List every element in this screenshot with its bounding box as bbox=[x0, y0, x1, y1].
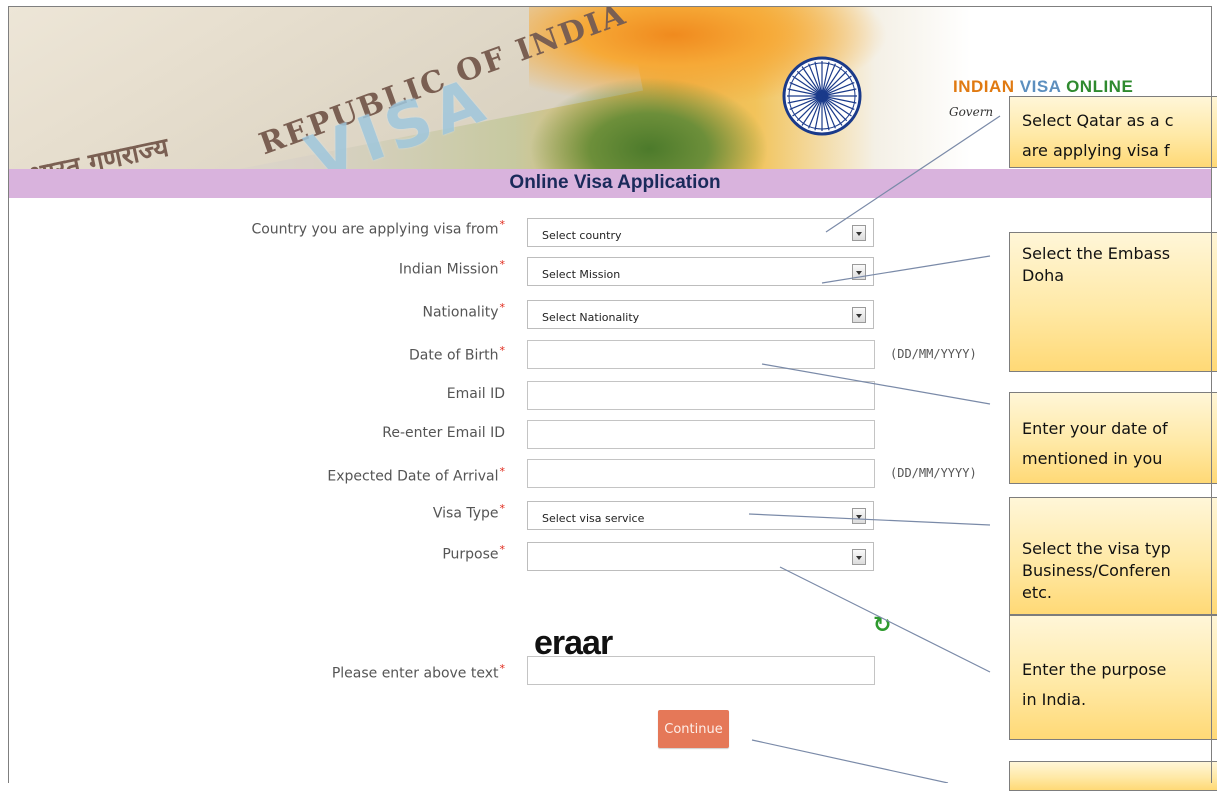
arrival-format-hint: (DD/MM/YYYY) bbox=[890, 466, 977, 480]
visa-type-select[interactable]: Select visa service bbox=[527, 501, 874, 530]
callout-text: mentioned in you bbox=[1022, 449, 1163, 468]
callout-text: Enter the purpose bbox=[1022, 660, 1167, 679]
dropdown-arrow-icon[interactable] bbox=[852, 307, 866, 323]
callout-dob: Enter your date of mentioned in you bbox=[1009, 392, 1217, 484]
country-label: Country you are applying visa from* bbox=[251, 218, 505, 238]
dob-label-text: Date of Birth bbox=[409, 347, 499, 364]
purpose-label: Purpose* bbox=[442, 543, 505, 563]
callout-country: Select Qatar as a c are applying visa f bbox=[1009, 96, 1217, 168]
required-marker: * bbox=[499, 502, 506, 515]
brand-part-visa: VISA bbox=[1014, 77, 1067, 96]
mission-label: Indian Mission* bbox=[399, 258, 505, 278]
callout-purpose: Enter the purpose in India. bbox=[1009, 615, 1217, 740]
dropdown-arrow-icon[interactable] bbox=[852, 264, 866, 280]
banner-green-decoration bbox=[529, 77, 769, 169]
reemail-label-text: Re-enter Email ID bbox=[382, 425, 505, 441]
callout-continue bbox=[1009, 761, 1217, 791]
mission-label-text: Indian Mission bbox=[398, 261, 499, 278]
dob-label: Date of Birth* bbox=[409, 344, 505, 364]
email-label: Email ID bbox=[447, 386, 505, 402]
dropdown-arrow-icon[interactable] bbox=[852, 508, 866, 524]
callout-text: Doha bbox=[1022, 266, 1065, 285]
email-input[interactable] bbox=[527, 381, 875, 410]
connector-line bbox=[751, 739, 949, 783]
arrival-label-text: Expected Date of Arrival bbox=[327, 468, 499, 485]
captcha-input[interactable] bbox=[527, 656, 875, 685]
visa-type-label-text: Visa Type bbox=[432, 505, 499, 522]
callout-text: etc. bbox=[1022, 583, 1052, 602]
nationality-select[interactable]: Select Nationality bbox=[527, 300, 874, 329]
dob-format-hint: (DD/MM/YYYY) bbox=[890, 347, 977, 361]
callout-text: Select the Embass bbox=[1022, 244, 1171, 263]
nationality-select-value: Select Nationality bbox=[542, 311, 640, 324]
visa-type-label: Visa Type* bbox=[433, 502, 505, 522]
required-marker: * bbox=[499, 543, 506, 556]
nationality-label-text: Nationality bbox=[422, 304, 499, 321]
brand-subtitle: Govern bbox=[949, 105, 994, 119]
refresh-icon[interactable]: ↻ bbox=[873, 613, 891, 638]
visa-type-select-value: Select visa service bbox=[542, 512, 645, 525]
required-marker: * bbox=[499, 662, 506, 675]
continue-button[interactable]: Continue bbox=[658, 710, 729, 748]
application-screenshot: भारत गणराज्य REPUBLIC OF INDIA VISA INDI… bbox=[0, 0, 1217, 791]
arrival-input[interactable] bbox=[527, 459, 875, 488]
brand-part-online: ONLINE bbox=[1066, 77, 1134, 96]
dob-input[interactable] bbox=[527, 340, 875, 369]
purpose-select[interactable] bbox=[527, 542, 874, 571]
page-title: Online Visa Application bbox=[509, 172, 721, 193]
ashoka-chakra-icon bbox=[782, 56, 862, 136]
dropdown-arrow-icon[interactable] bbox=[852, 225, 866, 241]
email-label-text: Email ID bbox=[446, 386, 505, 402]
brand-part-indian: INDIAN bbox=[953, 77, 1015, 96]
callout-text: Enter your date of bbox=[1022, 419, 1168, 438]
country-label-text: Country you are applying visa from bbox=[251, 221, 499, 238]
required-marker: * bbox=[499, 258, 506, 271]
callout-visa-type: Select the visa typ Business/Conferen et… bbox=[1009, 497, 1217, 615]
required-marker: * bbox=[499, 301, 506, 314]
callout-text: Select Qatar as a c bbox=[1022, 111, 1174, 130]
country-select[interactable]: Select country bbox=[527, 218, 874, 247]
captcha-label-text: Please enter above text bbox=[331, 665, 499, 682]
required-marker: * bbox=[499, 465, 506, 478]
callout-mission: Select the Embass Doha bbox=[1009, 232, 1217, 372]
reemail-input[interactable] bbox=[527, 420, 875, 449]
mission-select-value: Select Mission bbox=[542, 268, 621, 281]
callout-text: in India. bbox=[1022, 690, 1087, 709]
required-marker: * bbox=[499, 344, 506, 357]
mission-select[interactable]: Select Mission bbox=[527, 257, 874, 286]
required-marker: * bbox=[499, 218, 506, 231]
nationality-label: Nationality* bbox=[422, 301, 505, 321]
reemail-label: Re-enter Email ID bbox=[382, 425, 505, 441]
callout-text: Select the visa typ bbox=[1022, 539, 1171, 558]
title-bar: Online Visa Application bbox=[9, 169, 1212, 198]
dropdown-arrow-icon[interactable] bbox=[852, 549, 866, 565]
callout-text: Business/Conferen bbox=[1022, 561, 1171, 580]
brand-logo-text: INDIAN VISA ONLINE bbox=[953, 77, 1133, 97]
country-select-value: Select country bbox=[542, 229, 622, 242]
arrival-label: Expected Date of Arrival* bbox=[327, 465, 505, 485]
captcha-label: Please enter above text* bbox=[332, 662, 505, 682]
callout-text: are applying visa f bbox=[1022, 141, 1170, 160]
purpose-label-text: Purpose bbox=[442, 546, 499, 563]
